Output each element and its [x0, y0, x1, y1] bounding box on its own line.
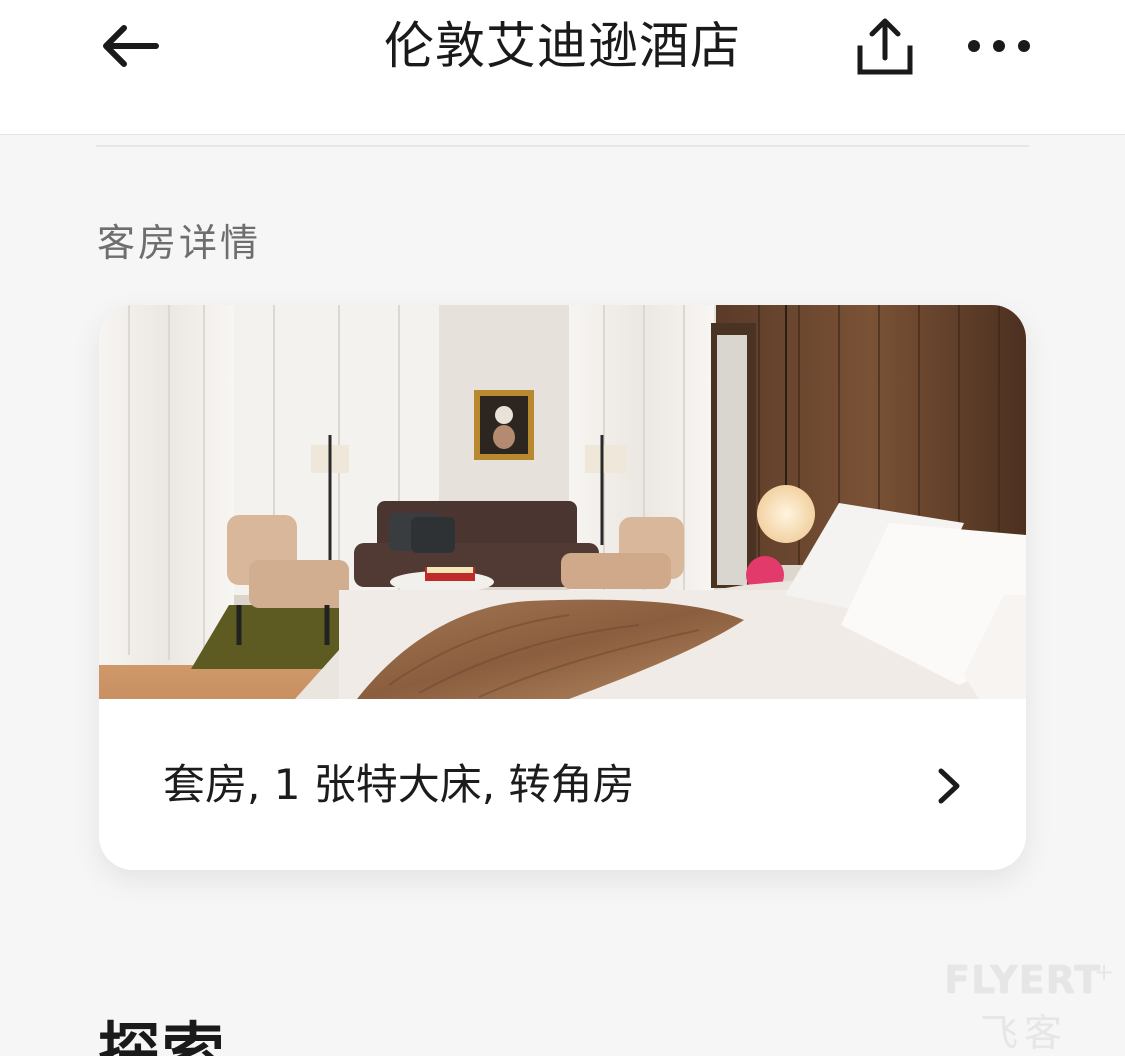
watermark-brand: FLYERT — [944, 958, 1102, 1002]
top-navigation-bar: 伦敦艾迪逊酒店 — [0, 0, 1125, 135]
watermark-sub: 飞客 — [980, 1011, 1069, 1055]
room-photo — [99, 305, 1026, 699]
more-button[interactable] — [964, 28, 1034, 64]
flyert-watermark: FLYERT + 飞客 — [944, 958, 1115, 1055]
room-card[interactable]: 套房, 1 张特大床, 转角房 — [99, 305, 1026, 870]
chevron-right-icon — [938, 768, 960, 804]
hotel-detail-page: 伦敦艾迪逊酒店 客房详情 套房, 1 张特大床, 转角房 探索 FLYERT +… — [0, 0, 1125, 1056]
room-type-label: 套房, 1 张特大床, 转角房 — [163, 760, 635, 809]
explore-heading: 探索 — [98, 1015, 227, 1056]
share-icon — [857, 18, 913, 75]
share-button[interactable] — [852, 14, 918, 80]
more-horizontal-icon — [968, 40, 1030, 52]
section-divider — [96, 145, 1029, 147]
room-details-heading: 客房详情 — [97, 221, 262, 265]
watermark-plus: + — [1094, 958, 1115, 986]
page-title: 伦敦艾迪逊酒店 — [384, 17, 741, 75]
